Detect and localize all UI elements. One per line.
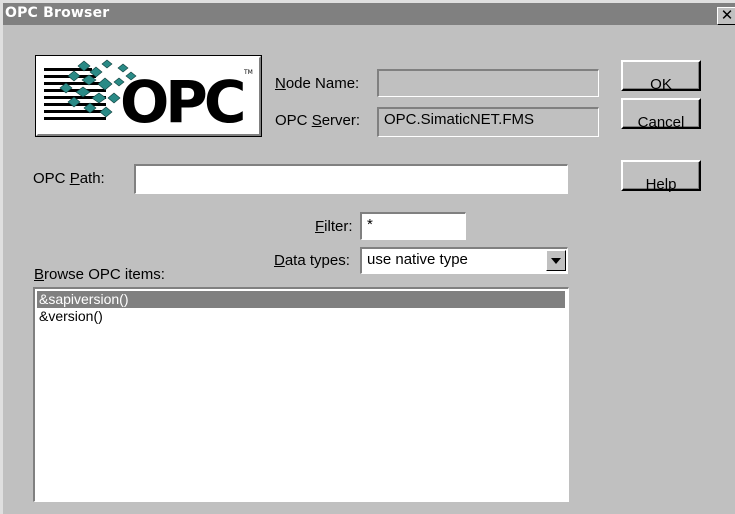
ok-button[interactable]: OK: [621, 60, 701, 93]
help-button-label: Help: [645, 176, 677, 193]
opc-path-input[interactable]: [134, 164, 568, 194]
opc-logo: OPC TM: [44, 59, 253, 136]
logo-text: OPC: [120, 68, 243, 132]
data-types-label: Data types:: [274, 252, 350, 269]
title-bar[interactable]: OPC Browser ✕: [3, 3, 735, 25]
opc-browser-dialog: OPC Browser ✕ OPC TM Node Name: OPC Serv…: [0, 0, 735, 514]
chevron-down-icon: [551, 258, 561, 264]
cancel-button[interactable]: Cancel: [621, 98, 701, 131]
logo-trademark: TM: [243, 69, 253, 76]
window-title: OPC Browser: [5, 5, 110, 21]
list-item[interactable]: &version(): [37, 308, 565, 325]
opc-server-label: OPC Server:: [275, 112, 361, 129]
filter-label: Filter:: [315, 218, 353, 235]
list-item[interactable]: &sapiversion(): [37, 291, 565, 308]
dropdown-button[interactable]: [546, 250, 566, 271]
cancel-button-label: Cancel: [637, 114, 685, 131]
browse-items-label: Browse OPC items:: [34, 266, 165, 283]
close-icon: ✕: [720, 6, 734, 24]
data-types-selected: use native type: [367, 251, 468, 268]
close-button[interactable]: ✕: [717, 7, 735, 25]
help-button[interactable]: Help: [621, 160, 701, 193]
ok-button-label: OK: [650, 76, 672, 93]
node-name-label: Node Name:: [275, 75, 360, 92]
opc-logo-frame: OPC TM: [36, 56, 261, 136]
opc-path-label: OPC Path:: [33, 170, 105, 187]
opc-server-field[interactable]: OPC.SimaticNET.FMS: [377, 107, 599, 137]
data-types-select[interactable]: use native type: [360, 247, 568, 274]
filter-input[interactable]: *: [360, 212, 466, 240]
node-name-field[interactable]: [377, 69, 599, 97]
browse-items-list[interactable]: &sapiversion() &version(): [33, 287, 569, 502]
